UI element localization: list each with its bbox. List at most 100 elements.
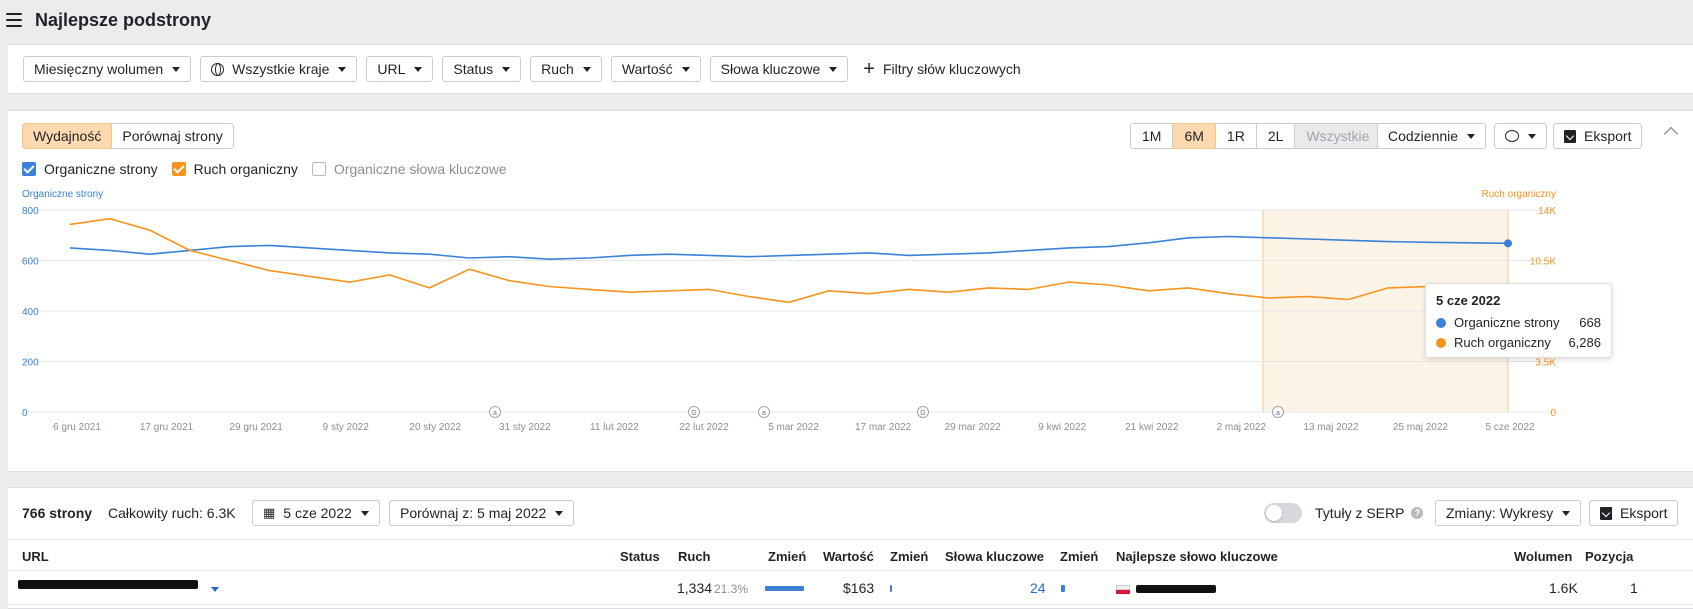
checkbox-unchecked-icon [311,162,326,176]
right-tick-label: 3.5K [1535,358,1556,369]
compare-select[interactable]: Porównaj z: 5 maj 2022 [389,500,575,526]
status-filter[interactable]: Status [442,56,522,82]
event-marker-label: a [1276,410,1280,417]
keyword-filters-button[interactable]: + Filtry słów kluczowych [863,59,1020,79]
table-panel: 766 strony Całkowity ruch: 6.3K ▦ 5 cze 2… [8,487,1693,609]
export-chart-button[interactable]: Eksport [1553,123,1643,149]
x-tick-label: 29 mar 2022 [945,422,1002,433]
tooltip-row-traffic: Ruch organiczny 6,286 [1436,335,1601,350]
annotations-button[interactable] [1494,123,1547,149]
row-traffic-share: 21.3% [714,582,749,596]
col-position[interactable]: Pozycja [1585,549,1633,564]
volume-filter[interactable]: Miesięczny wolumen [23,56,192,82]
traffic-filter[interactable]: Ruch [530,56,602,82]
right-tick-label: 0 [1550,408,1556,419]
x-tick-label: 9 sty 2022 [323,422,370,433]
status-filter-label: Status [453,61,494,77]
table-toolbar: 766 strony Całkowity ruch: 6.3K ▦ 5 cze 2… [8,500,1693,526]
x-tick-label: 13 maj 2022 [1303,422,1358,433]
chevron-down-icon [360,510,369,516]
chevron-down-icon [172,66,181,72]
col-value-change[interactable]: Zmień [890,549,928,564]
x-tick-label: 22 lut 2022 [679,422,729,433]
chart-tooltip: 5 cze 2022 Organiczne strony 668 Ruch org… [1425,283,1612,358]
date-select[interactable]: ▦ 5 cze 2022 [252,500,380,526]
url-filter[interactable]: URL [366,56,434,82]
chevron-down-icon [582,66,591,72]
url-filter-label: URL [377,61,406,77]
chevron-down-icon [338,66,347,72]
col-volume[interactable]: Wolumen [1514,549,1572,564]
export-table-button[interactable]: Eksport [1589,500,1679,526]
tab-performance[interactable]: Wydajność [22,123,113,149]
plus-icon: + [863,58,875,80]
changes-select[interactable]: Zmiany: Wykresy [1435,500,1582,526]
x-tick-label: 11 lut 2022 [590,422,639,433]
x-tick-label: 5 mar 2022 [768,422,819,433]
export-chart-label: Eksport [1584,128,1632,144]
x-tick-label: 29 gru 2021 [229,422,283,433]
view-tabs: Wydajność Porównaj strony [22,123,234,149]
chevron-down-icon [829,66,838,72]
col-status[interactable]: Status [620,549,660,564]
range-all[interactable]: Wszystkie [1295,123,1382,149]
interval-label: Codziennie [1388,128,1459,144]
value-filter[interactable]: Wartość [610,56,701,82]
compare-select-label: Porównaj z: 5 maj 2022 [400,505,547,521]
legend-organic-traffic-label: Ruch organiczny [193,161,298,177]
keywords-filter-label: Słowa kluczowe [720,61,821,77]
range-1r[interactable]: 1R [1215,123,1257,149]
traffic-filter-label: Ruch [541,61,574,77]
tooltip-row-pages: Organiczne strony 668 [1436,315,1601,330]
left-tick-label: 600 [22,257,39,268]
row-position: 1 [1630,580,1638,596]
comment-icon [1505,130,1519,142]
legend-organic-keywords[interactable]: Organiczne słowa kluczowe [311,161,507,177]
right-axis-label: Ruch organiczny [1482,189,1556,200]
redacted-keyword[interactable] [1136,585,1216,593]
serp-titles-toggle[interactable]: Tytuły z SERP? [1264,503,1424,523]
toggle-switch[interactable] [1264,503,1302,523]
export-icon [1600,506,1612,520]
col-traffic[interactable]: Ruch [678,549,711,564]
tooltip-pages-label: Organiczne strony [1454,315,1560,330]
range-1m[interactable]: 1M [1130,123,1174,149]
tab-compare-pages[interactable]: Porównaj strony [112,123,234,149]
left-tick-label: 400 [22,307,39,318]
top-bar: Najlepsze podstrony [0,0,1693,40]
chart-legend: Organiczne strony Ruch organiczny Organi… [22,161,507,177]
help-icon[interactable]: ? [1411,507,1424,519]
legend-organic-pages[interactable]: Organiczne strony [22,161,158,177]
menu-icon[interactable] [6,13,22,27]
x-tick-label: 31 sty 2022 [499,422,551,433]
redacted-url[interactable] [18,580,198,589]
col-url[interactable]: URL [22,549,49,564]
legend-organic-traffic[interactable]: Ruch organiczny [171,161,298,177]
interval-select[interactable]: Codziennie [1377,123,1487,149]
col-value[interactable]: Wartość [823,549,874,564]
col-top-keyword[interactable]: Najlepsze słowo kluczowe [1116,549,1278,564]
range-6m[interactable]: 6M [1173,123,1216,149]
checkbox-checked-icon [22,162,36,176]
x-tick-label: 21 kwi 2022 [1125,422,1179,433]
date-select-label: 5 cze 2022 [283,505,352,521]
event-marker-label: G [691,410,696,417]
row-keywords[interactable]: 24 [1030,580,1046,596]
checkbox-checked-icon [171,162,186,176]
left-axis-label: Organiczne strony [22,189,103,200]
col-traffic-change[interactable]: Zmień [768,549,806,564]
x-tick-label: 5 cze 2022 [1486,422,1535,433]
countries-filter[interactable]: Wszystkie kraje [200,56,358,82]
left-tick-label: 800 [22,206,39,217]
chevron-up-icon[interactable] [1663,126,1679,142]
col-keywords[interactable]: Słowa kluczowe [945,549,1044,564]
range-2l[interactable]: 2L [1256,123,1296,149]
row-value: $163 [843,580,875,596]
chevron-down-icon[interactable] [211,587,219,592]
chart-panel: Wydajność Porównaj strony 1M 6M 1R 2L Ws… [8,110,1693,472]
tooltip-traffic-label: Ruch organiczny [1454,335,1551,350]
col-keywords-change[interactable]: Zmień [1060,549,1098,564]
keywords-change-bar [1061,585,1065,592]
keywords-filter[interactable]: Słowa kluczowe [709,56,849,82]
x-tick-label: 17 gru 2021 [140,422,194,433]
